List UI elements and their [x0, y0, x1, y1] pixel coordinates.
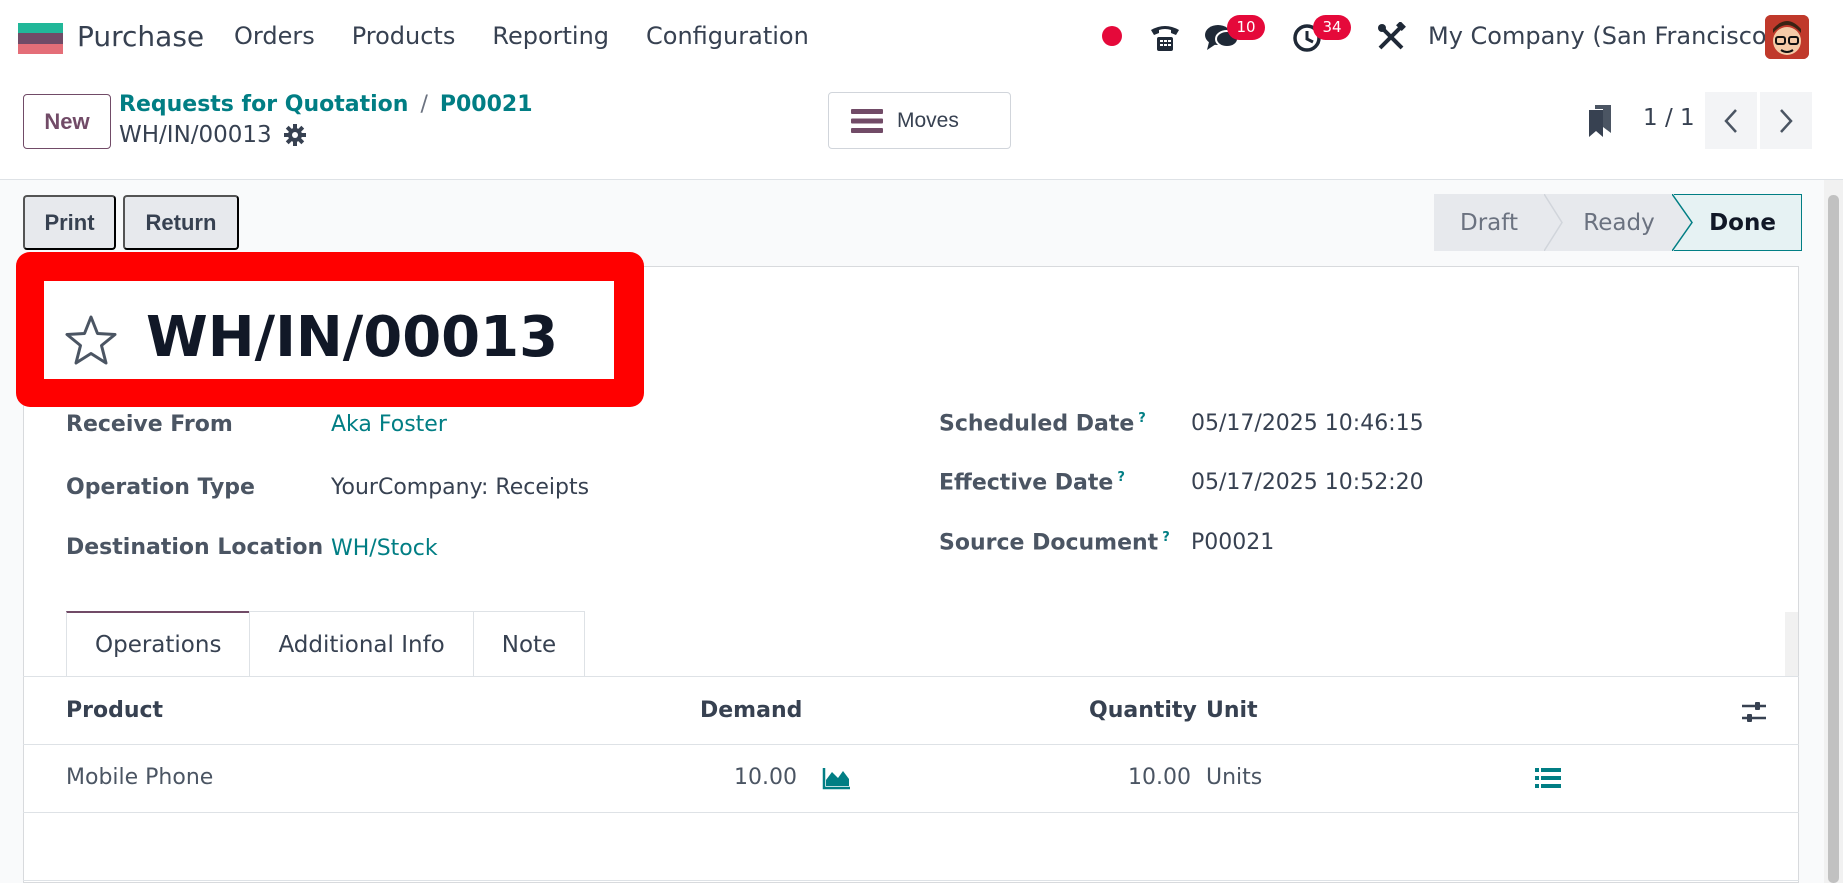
destination-value[interactable]: WH/Stock	[331, 536, 438, 561]
receive-from-value[interactable]: Aka Foster	[331, 412, 447, 437]
table-row-divider	[23, 880, 1799, 881]
status-bar: Draft Ready Done	[1434, 193, 1802, 251]
status-arrow-icon	[1544, 194, 1564, 251]
messages-badge: 10	[1227, 15, 1265, 40]
activities-badge: 34	[1313, 15, 1351, 40]
detailed-operations-icon[interactable]	[1535, 767, 1561, 789]
help-tooltip-icon[interactable]: ?	[1117, 470, 1125, 485]
status-ready[interactable]: Ready	[1564, 194, 1674, 251]
purchase-app-icon[interactable]	[18, 23, 63, 54]
cell-unit: Units	[1206, 765, 1263, 790]
operation-type-label: Operation Type	[66, 475, 255, 500]
star-icon[interactable]	[64, 314, 118, 366]
phone-icon[interactable]	[1148, 20, 1182, 54]
app-name[interactable]: Purchase	[77, 20, 204, 53]
moves-smart-button[interactable]: Moves	[828, 92, 1011, 149]
chevron-right-icon	[1780, 108, 1793, 133]
menu-products[interactable]: Products	[352, 22, 456, 50]
user-avatar[interactable]	[1765, 15, 1809, 59]
status-active-arrow-icon	[1672, 193, 1693, 251]
table-row-divider	[23, 812, 1799, 813]
menu-orders[interactable]: Orders	[234, 22, 315, 50]
scheduled-date-label: Scheduled Date?	[939, 411, 1146, 436]
effective-date-label-text: Effective Date	[939, 470, 1114, 496]
status-ready-label: Ready	[1583, 209, 1655, 236]
record-title: WH/IN/00013	[146, 305, 559, 370]
menu-reporting[interactable]: Reporting	[492, 22, 609, 50]
receive-from-label: Receive From	[66, 412, 233, 437]
pager-value[interactable]: 1 / 1	[1643, 105, 1695, 131]
status-draft[interactable]: Draft	[1434, 194, 1544, 251]
chevron-left-icon	[1724, 108, 1737, 133]
notebook-tabs: Operations Additional Info Note	[66, 611, 586, 677]
return-button[interactable]: Return	[123, 195, 239, 250]
operation-type-value: YourCompany: Receipts	[331, 475, 590, 500]
list-bars-icon	[851, 108, 883, 133]
source-document-label-text: Source Document	[939, 530, 1159, 556]
main-menu: Orders Products Reporting Configuration	[234, 22, 809, 50]
bookmarks-icon[interactable]	[1589, 105, 1611, 137]
tab-additional-info[interactable]: Additional Info	[249, 611, 474, 677]
scheduled-date-value: 05/17/2025 10:46:15	[1191, 411, 1424, 436]
tools-icon[interactable]	[1376, 22, 1406, 52]
breadcrumb-separator: /	[420, 92, 428, 117]
scheduled-date-label-text: Scheduled Date	[939, 411, 1135, 437]
pager-next-button[interactable]	[1760, 92, 1812, 149]
inner-scrollbar[interactable]	[1785, 612, 1798, 676]
breadcrumb-rfq[interactable]: Requests for Quotation	[119, 92, 408, 117]
tab-operations[interactable]: Operations	[66, 611, 251, 677]
breadcrumb: Requests for Quotation / P00021	[119, 92, 533, 117]
pager-previous-button[interactable]	[1705, 92, 1757, 149]
menu-configuration[interactable]: Configuration	[646, 22, 809, 50]
page-scrollbar-thumb[interactable]	[1828, 195, 1839, 883]
column-unit[interactable]: Unit	[1206, 698, 1258, 723]
help-tooltip-icon[interactable]: ?	[1162, 530, 1170, 545]
new-button[interactable]: New	[23, 94, 111, 149]
help-tooltip-icon[interactable]: ?	[1138, 411, 1146, 426]
column-product[interactable]: Product	[66, 698, 163, 723]
cell-quantity[interactable]: 10.00	[1128, 765, 1191, 790]
column-demand[interactable]: Demand	[700, 698, 802, 723]
table-header-divider	[23, 744, 1799, 745]
column-settings-icon[interactable]	[1740, 699, 1768, 725]
destination-label: Destination Location	[66, 535, 324, 560]
avatar-icon	[1765, 15, 1809, 59]
forecast-chart-icon[interactable]	[822, 766, 852, 790]
recording-indicator-icon[interactable]	[1102, 26, 1122, 46]
gear-icon[interactable]	[283, 124, 306, 146]
cell-demand: 10.00	[734, 765, 797, 790]
source-document-label: Source Document?	[939, 530, 1170, 555]
moves-label: Moves	[897, 108, 959, 132]
print-button[interactable]: Print	[23, 195, 116, 250]
status-done-label: Done	[1709, 209, 1776, 236]
cell-product[interactable]: Mobile Phone	[66, 765, 213, 790]
breadcrumb-po[interactable]: P00021	[440, 92, 533, 117]
status-done[interactable]: Done	[1672, 193, 1802, 251]
effective-date-value: 05/17/2025 10:52:20	[1191, 470, 1424, 495]
tabs-divider	[23, 676, 1799, 677]
current-record: WH/IN/00013	[119, 122, 306, 148]
tab-note[interactable]: Note	[472, 611, 586, 677]
status-draft-label: Draft	[1460, 209, 1518, 236]
effective-date-label: Effective Date?	[939, 470, 1125, 495]
source-document-value: P00021	[1191, 530, 1275, 555]
company-switcher[interactable]: My Company (San Francisco)	[1428, 22, 1776, 50]
current-record-name: WH/IN/00013	[119, 122, 272, 148]
column-quantity[interactable]: Quantity	[1089, 698, 1197, 723]
